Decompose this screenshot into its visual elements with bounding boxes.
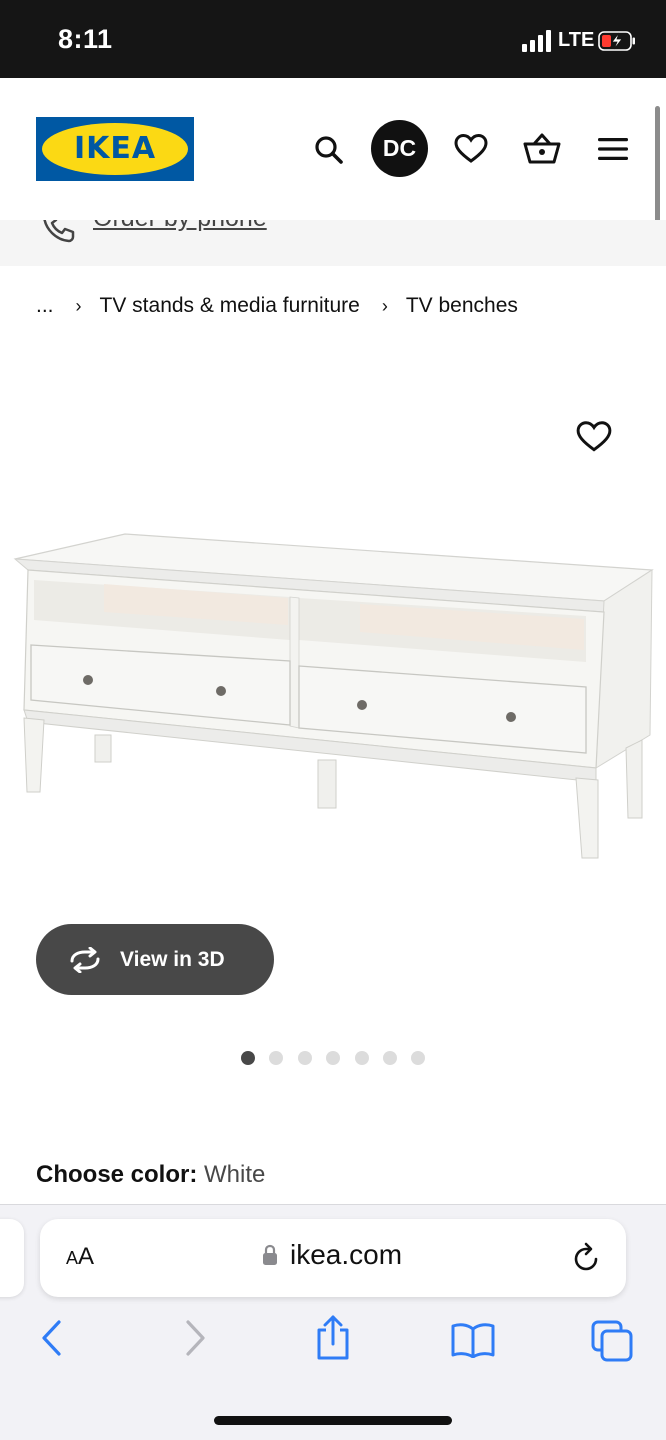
breadcrumb-item-tv-benches[interactable]: TV benches (406, 294, 518, 318)
phone-icon (43, 220, 75, 243)
battery-icon (598, 31, 635, 51)
back-arrow-icon[interactable] (38, 1318, 66, 1358)
add-to-favorites-heart-icon[interactable] (576, 420, 612, 454)
status-bar: 8:11 LTE (0, 0, 666, 78)
account-avatar[interactable]: DC (371, 120, 428, 177)
tabs-icon[interactable] (590, 1319, 634, 1363)
view-in-3d-label: View in 3D (120, 947, 225, 971)
reload-icon[interactable] (572, 1241, 602, 1273)
lock-icon (263, 1244, 277, 1265)
breadcrumb-item-tv-stands[interactable]: TV stands & media furniture (100, 294, 360, 318)
image-carousel-dots (241, 1051, 440, 1065)
url-text: ikea.com (290, 1239, 403, 1270)
forward-arrow-icon[interactable] (181, 1318, 209, 1358)
ikea-logo[interactable]: IKEA (36, 117, 194, 181)
previous-tab-preview[interactable] (0, 1219, 24, 1297)
bookmarks-icon[interactable] (450, 1322, 496, 1358)
home-indicator (214, 1416, 452, 1425)
heart-icon[interactable] (454, 133, 488, 165)
signal-icon (522, 30, 552, 52)
breadcrumb-ellipsis[interactable]: ... (36, 294, 54, 318)
carousel-dot[interactable] (382, 1051, 397, 1065)
carousel-dot[interactable] (297, 1051, 312, 1065)
order-by-phone-strip[interactable]: Order by phone (0, 220, 666, 266)
rotate-3d-icon (70, 946, 100, 973)
carousel-dot[interactable] (269, 1051, 284, 1065)
address-bar[interactable]: AA ikea.com (40, 1219, 626, 1297)
search-icon[interactable] (313, 134, 345, 166)
menu-icon[interactable] (597, 137, 629, 161)
breadcrumb: ... › TV stands & media furniture › TV b… (36, 292, 518, 320)
network-label: LTE (558, 29, 595, 51)
carousel-dot[interactable] (411, 1051, 426, 1065)
carousel-dot[interactable] (241, 1051, 255, 1065)
carousel-dot[interactable] (354, 1051, 369, 1065)
share-icon[interactable] (313, 1314, 353, 1362)
status-time: 8:11 (58, 24, 113, 54)
chevron-right-icon: › (75, 295, 82, 316)
carousel-dot[interactable] (326, 1051, 341, 1065)
reader-options-button[interactable]: AA (66, 1243, 94, 1271)
chevron-right-icon: › (381, 295, 388, 316)
product-image[interactable] (0, 340, 666, 900)
site-header: IKEA DC (0, 78, 666, 220)
view-in-3d-button[interactable]: View in 3D (36, 924, 274, 995)
color-selector[interactable]: Choose color: White (36, 1161, 265, 1189)
logo-text: IKEA (73, 131, 157, 166)
color-selector-label: Choose color: (36, 1161, 198, 1188)
selected-color-value: White (204, 1161, 266, 1188)
order-by-phone-link[interactable]: Order by phone (93, 220, 267, 233)
cart-icon[interactable] (523, 132, 561, 166)
